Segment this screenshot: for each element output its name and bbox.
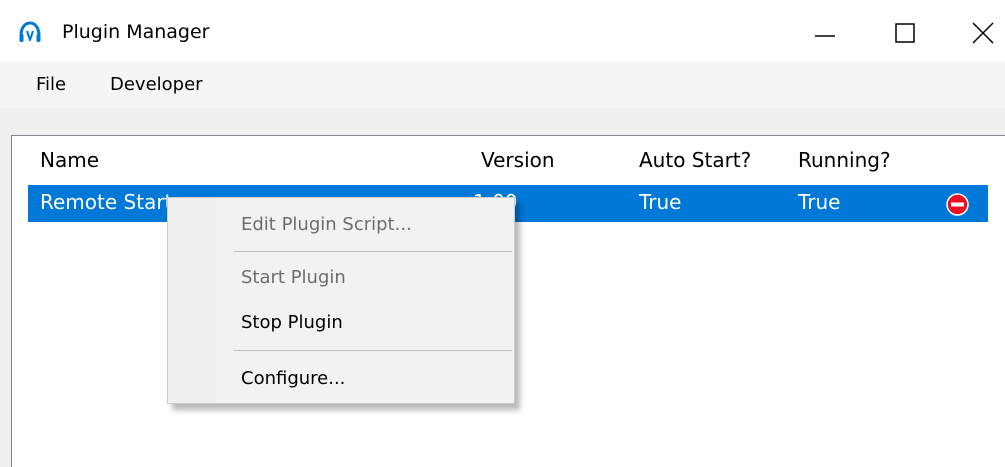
menu-item-stop-plugin[interactable]: Stop Plugin [241, 310, 343, 336]
column-header-running[interactable]: Running? [798, 146, 891, 174]
menu-item-edit-plugin-script[interactable]: Edit Plugin Script... [241, 212, 412, 238]
close-button[interactable] [955, 12, 1005, 52]
stop-circle-icon [946, 193, 969, 216]
menu-developer[interactable]: Developer [110, 72, 203, 98]
menu-bar: File Developer [0, 62, 1005, 108]
menu-separator [234, 350, 512, 351]
column-header-version[interactable]: Version [481, 146, 555, 174]
menu-separator [234, 251, 512, 252]
column-header-auto-start[interactable]: Auto Start? [639, 146, 751, 174]
maximize-button[interactable] [880, 12, 930, 52]
title-bar: Plugin Manager [0, 0, 1005, 62]
column-header-name[interactable]: Name [40, 146, 99, 174]
context-menu-gutter [168, 198, 216, 403]
cell-running: True [798, 190, 841, 214]
cell-auto-start: True [639, 190, 682, 214]
cell-name: Remote Start [40, 190, 173, 214]
headset-icon [19, 21, 41, 42]
window-title: Plugin Manager [62, 21, 210, 43]
plugin-manager-window: Plugin Manager File Developer Name Versi… [0, 0, 1005, 467]
context-menu: Edit Plugin Script... Start Plugin Stop … [167, 197, 515, 404]
close-icon [972, 22, 994, 44]
menu-item-configure[interactable]: Configure... [241, 366, 345, 392]
minimize-icon [815, 35, 835, 37]
maximize-icon [895, 23, 915, 43]
minimize-button[interactable] [805, 12, 855, 52]
menu-item-start-plugin[interactable]: Start Plugin [241, 265, 346, 291]
menu-file[interactable]: File [36, 72, 66, 98]
